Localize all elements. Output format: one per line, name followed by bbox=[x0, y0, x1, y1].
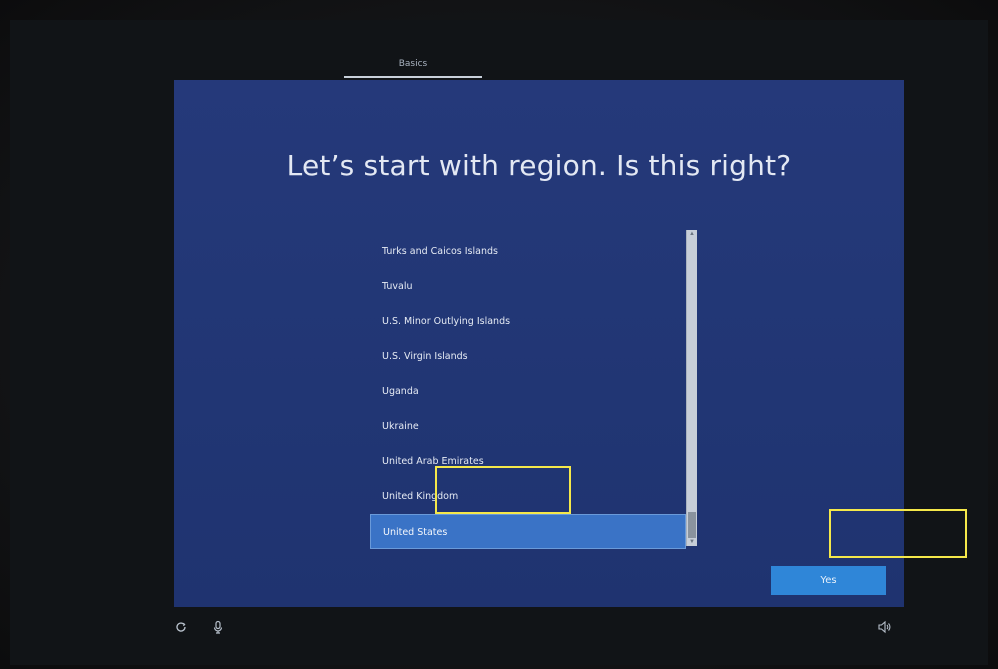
page-title: Let’s start with region. Is this right? bbox=[286, 148, 792, 182]
list-item[interactable]: Uganda bbox=[370, 374, 686, 409]
scrollbar-thumb[interactable] bbox=[688, 512, 696, 538]
list-item-selected[interactable]: United States bbox=[370, 514, 686, 549]
volume-icon[interactable] bbox=[876, 620, 892, 636]
tab-basics: Basics bbox=[344, 52, 482, 78]
list-item[interactable]: Turks and Caicos Islands bbox=[370, 234, 686, 269]
highlight-annotation bbox=[829, 509, 967, 558]
chevron-down-icon[interactable]: ▼ bbox=[688, 538, 696, 546]
list-item[interactable]: U.S. Virgin Islands bbox=[370, 339, 686, 374]
region-list-scrollbar[interactable]: ▲ ▼ bbox=[686, 230, 697, 546]
tab-basics-label: Basics bbox=[398, 59, 428, 69]
list-item[interactable]: U.S. Minor Outlying Islands bbox=[370, 304, 686, 339]
screen: Basics Let’s start with region. Is this … bbox=[0, 0, 998, 669]
accessibility-icon[interactable] bbox=[173, 620, 189, 636]
microphone-icon[interactable] bbox=[210, 620, 226, 636]
chevron-up-icon[interactable]: ▲ bbox=[688, 230, 696, 238]
highlight-annotation bbox=[435, 466, 571, 514]
setup-panel: Let’s start with region. Is this right? … bbox=[174, 80, 904, 607]
list-item[interactable]: Tuvalu bbox=[370, 269, 686, 304]
list-item[interactable]: Ukraine bbox=[370, 409, 686, 444]
yes-button[interactable]: Yes bbox=[771, 566, 886, 595]
tab-active-indicator bbox=[344, 76, 482, 78]
